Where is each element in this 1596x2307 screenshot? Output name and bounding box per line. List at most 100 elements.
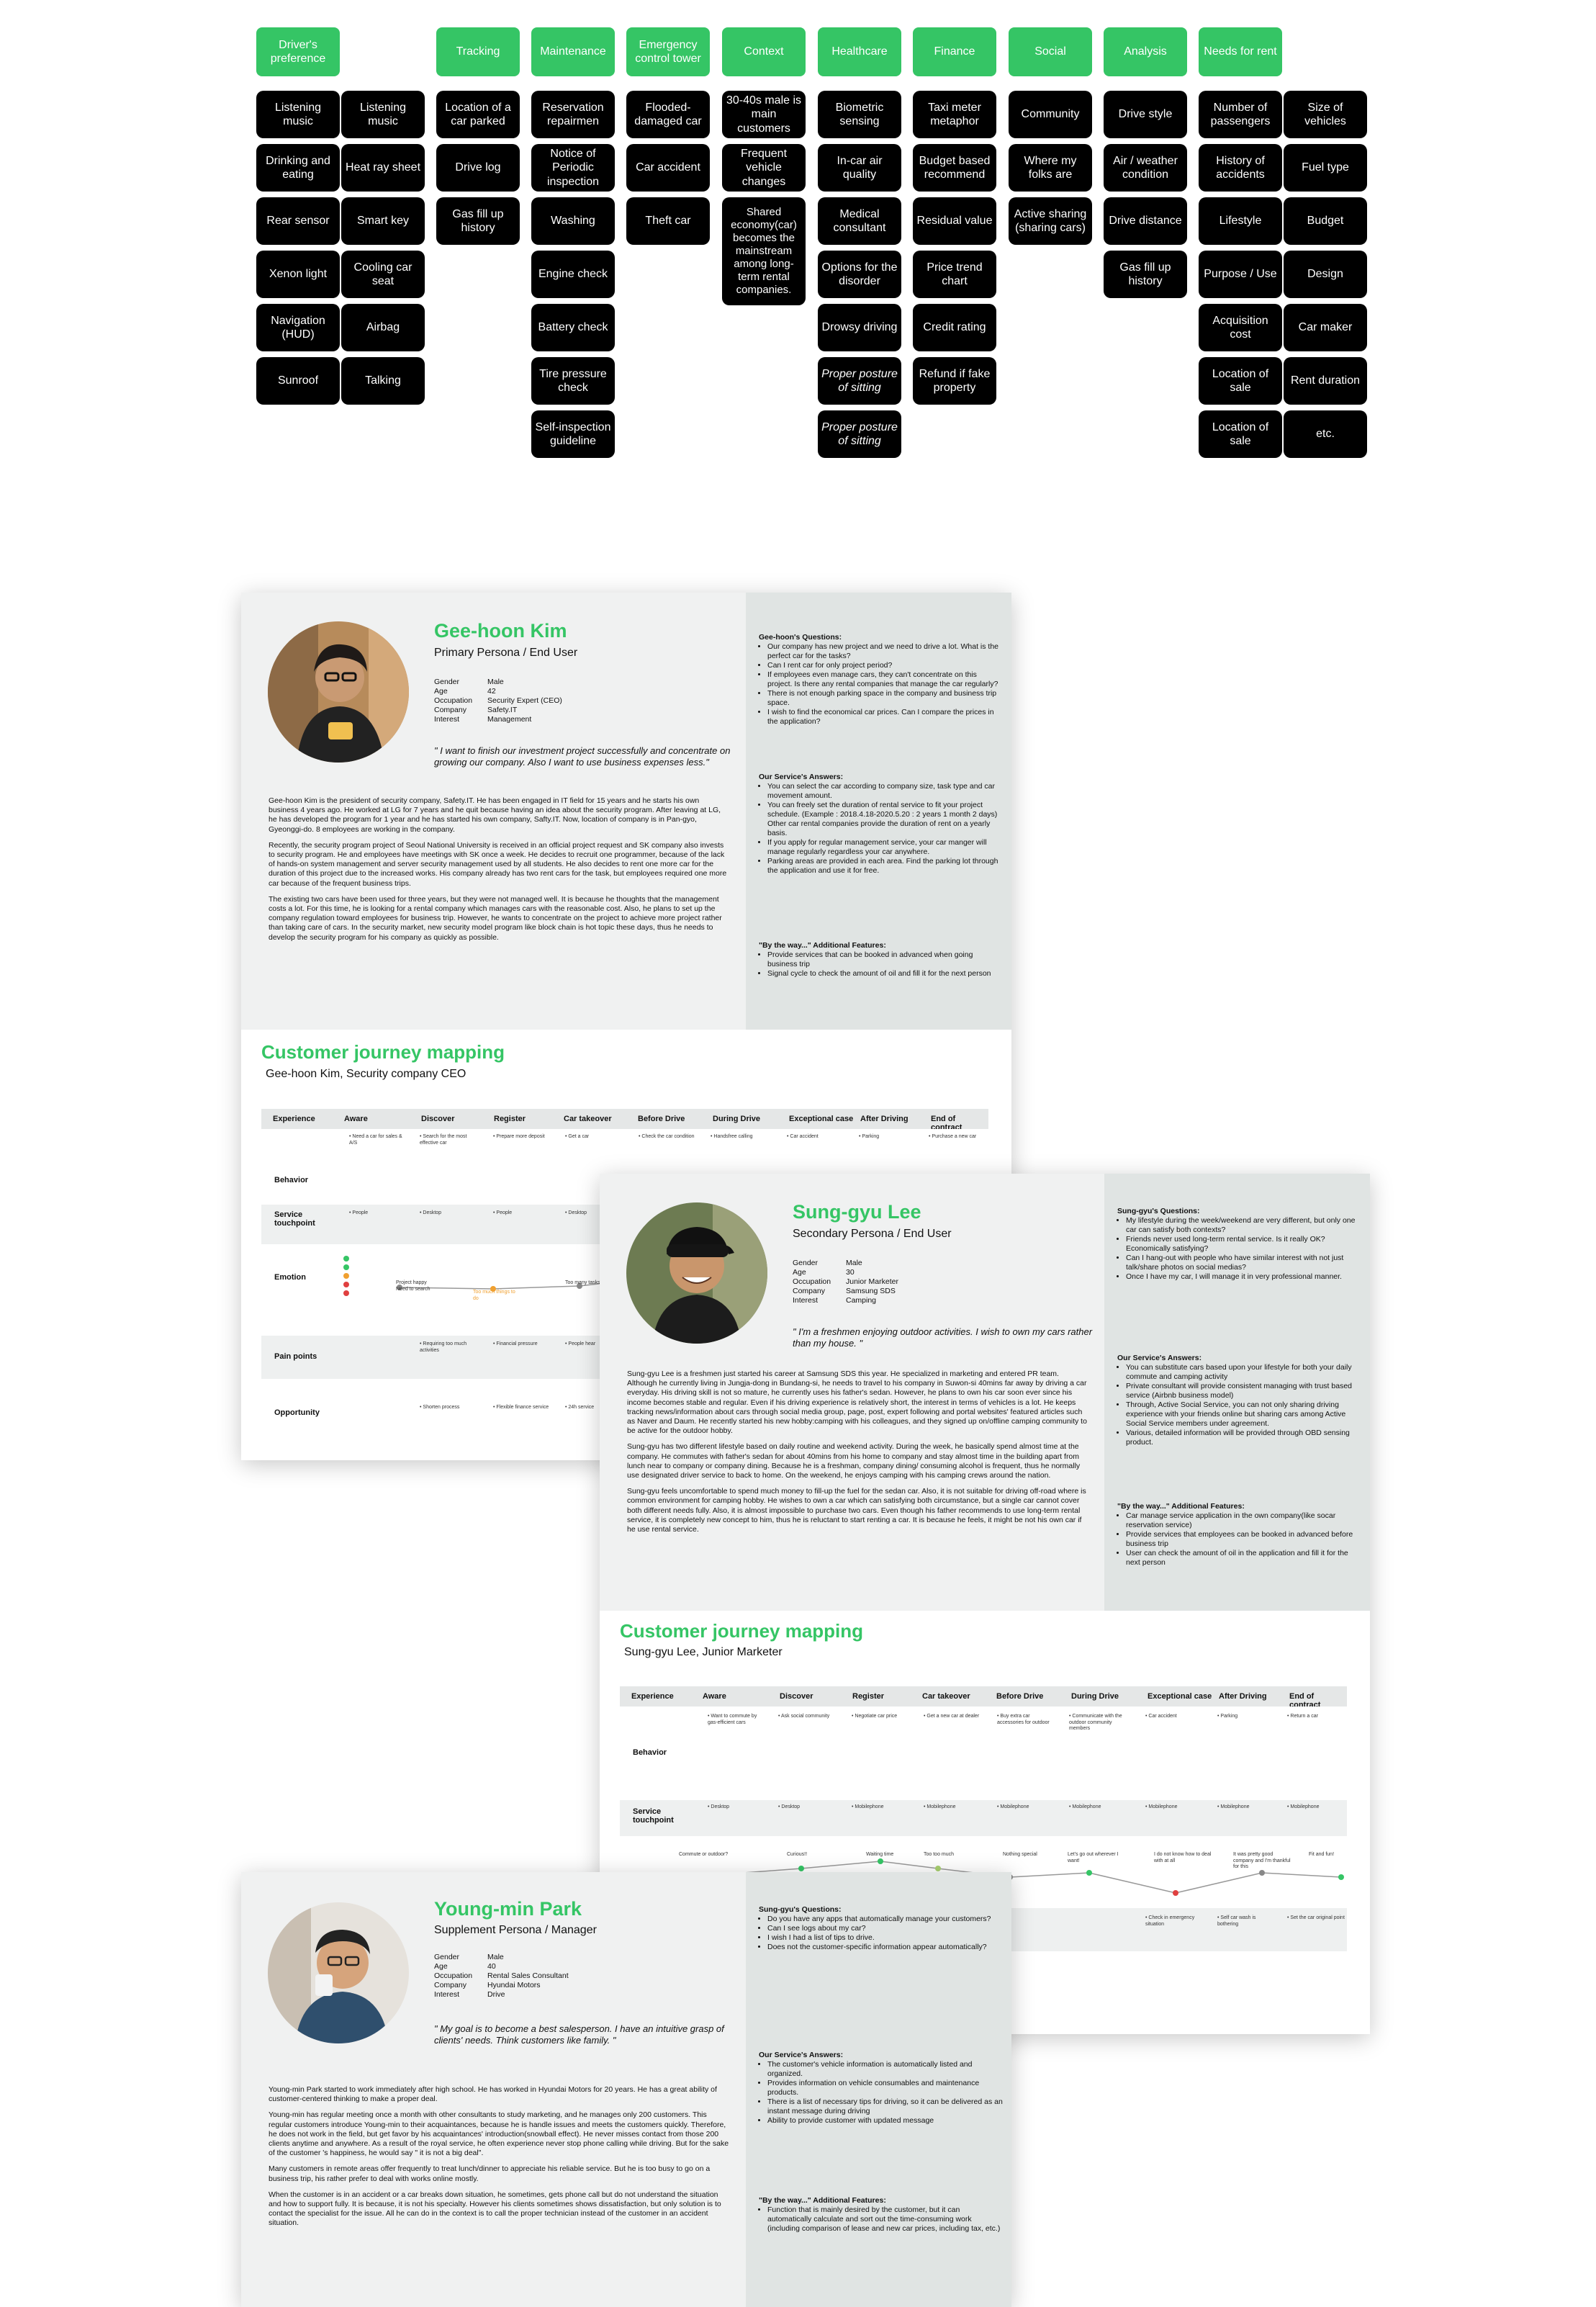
- cjm-row-label: Pain points: [274, 1352, 317, 1361]
- cjm-note: • Mobilephone: [997, 1804, 1029, 1809]
- cjm-note: • Buy extra car accessories for outdoor: [997, 1714, 1050, 1725]
- category-5: Healthcare: [818, 27, 901, 76]
- fact-age: 30: [846, 1268, 855, 1277]
- features-section: "By the way..." Additional Features: Car…: [1117, 1502, 1362, 1568]
- fact-key: Occupation: [434, 1971, 473, 1980]
- features-heading: "By the way..." Additional Features:: [759, 2196, 886, 2205]
- sticky-note: Shared economy(car) becomes the mainstre…: [722, 197, 806, 305]
- list-item: Function that is mainly desired by the c…: [767, 2205, 1004, 2234]
- features-list: Provide services that can be booked in a…: [759, 950, 1004, 979]
- persona-bio: Gee-hoon Kim is the president of securit…: [269, 796, 729, 949]
- sticky-note: Drive log: [436, 144, 520, 192]
- sticky-note: Biometric sensing: [818, 91, 901, 138]
- sticky-note: Budget: [1284, 197, 1367, 245]
- fact-key: Company: [793, 1287, 825, 1295]
- cjm-note: • Return a car: [1287, 1714, 1318, 1719]
- persona-quote: " My goal is to become a best salesperso…: [434, 2023, 724, 2046]
- sticky-note: Number of passengers: [1199, 91, 1282, 138]
- cjm-note: • Need a car for sales & A/S: [349, 1134, 402, 1146]
- sticky-note: Listening music: [256, 91, 340, 138]
- cjm-stage: Register: [494, 1115, 526, 1123]
- cjm-note: • Get a car: [565, 1134, 590, 1139]
- list-item: Can I hang-out with people who have simi…: [1126, 1254, 1362, 1272]
- sticky-note: History of accidents: [1199, 144, 1282, 192]
- cjm-note: I do not know how to deal with at all: [1154, 1852, 1212, 1863]
- cjm-header: Experience Aware Discover Register Car takeo…: [261, 1109, 988, 1132]
- sticky-note: Frequent vehicle changes: [722, 144, 806, 192]
- questions-list: My lifestyle during the week/weekend are…: [1117, 1216, 1362, 1282]
- sticky-note: Price trend chart: [913, 251, 996, 298]
- list-item: I wish I had a list of tips to drive.: [767, 1933, 1004, 1943]
- avatar-young-min: [268, 1902, 409, 2043]
- cjm-note: • Financial pressure: [493, 1341, 538, 1346]
- sticky-note: Design: [1284, 251, 1367, 298]
- sticky-note: Tire pressure check: [531, 357, 615, 405]
- sticky-note: Washing: [531, 197, 615, 245]
- persona-role: Supplement Persona / Manager: [434, 1924, 597, 1936]
- cjm-note: • Prepare more deposit: [493, 1134, 545, 1139]
- sticky-note: Talking: [341, 357, 425, 405]
- bio-paragraph: Young-min Park started to work immediate…: [269, 2085, 717, 2104]
- cjm-note: Commute or outdoor?: [679, 1852, 729, 1857]
- fact-interest: Drive: [487, 1990, 505, 1999]
- list-item: Does not the customer-specific informati…: [767, 1943, 1004, 1952]
- fact-key: Occupation: [434, 696, 473, 705]
- sticky-note: Theft car: [626, 197, 710, 245]
- bio-paragraph: Gee-hoon Kim is the president of securit…: [269, 796, 721, 834]
- cjm-note: • Search for the most effective car: [420, 1134, 467, 1146]
- category-2: Maintenance: [531, 27, 615, 76]
- sticky-note: Gas fill up history: [436, 197, 520, 245]
- bio-paragraph: When the customer is in an accident or a…: [269, 2190, 721, 2228]
- category-8: Analysis: [1104, 27, 1187, 76]
- cjm-stage: During Drive: [1071, 1692, 1119, 1701]
- sticky-note: In-car air quality: [818, 144, 901, 192]
- emotion-note: Project happy Need to search: [396, 1280, 430, 1292]
- sticky-note: Proper posture of sitting: [818, 410, 901, 458]
- sticky-note: Taxi meter metaphor: [913, 91, 996, 138]
- list-item: There is not enough parking space in the…: [767, 689, 1004, 708]
- cjm-note: • Handsfree calling: [711, 1134, 753, 1139]
- cjm-note: • Desktop: [778, 1804, 801, 1809]
- cjm-note: • Mobilephone: [1069, 1804, 1101, 1809]
- persona-facts: Gender Male Age 30 Occupation Junior Market…: [793, 1259, 898, 1305]
- sticky-note: Xenon light: [256, 251, 340, 298]
- persona-name: Sung-gyu Lee: [793, 1201, 921, 1223]
- cjm-header: Experience Aware Discover Register Car takeo…: [620, 1686, 1347, 1709]
- fact-key: Occupation: [793, 1277, 831, 1286]
- fact-key: Company: [434, 706, 466, 714]
- persona-role: Primary Persona / End User: [434, 647, 578, 659]
- cjm-note: Curious!!: [787, 1852, 808, 1857]
- fact-interest: Camping: [846, 1296, 877, 1305]
- cjm-stage: Before Drive: [638, 1115, 685, 1123]
- fact-key: Interest: [793, 1296, 819, 1305]
- sticky-note: Airbag: [341, 304, 425, 351]
- list-item: Ability to provide customer with updated…: [767, 2116, 1004, 2126]
- bio-paragraph: Sung-gyu feels uncomfortable to spend mu…: [627, 1487, 1086, 1534]
- category-3: Emergency control tower: [626, 27, 710, 76]
- sticky-note: 30-40s male is main customers: [722, 91, 806, 138]
- fact-key: Gender: [434, 1953, 460, 1961]
- avatar-sung-gyu: [626, 1202, 767, 1344]
- sticky-note: Where my folks are: [1009, 144, 1092, 192]
- cjm-note: • Purchase a new car: [929, 1134, 977, 1139]
- cjm-note: Waiting time: [866, 1852, 894, 1857]
- cjm-row-label: Opportunity: [274, 1408, 320, 1417]
- cjm-stage: Aware: [344, 1115, 368, 1123]
- sticky-note: Medical consultant: [818, 197, 901, 245]
- bio-paragraph: Sung-gyu Lee is a freshmen just started …: [627, 1370, 1087, 1436]
- list-item: Provide services that can be booked in a…: [767, 950, 1004, 969]
- features-heading: "By the way..." Additional Features:: [759, 941, 886, 950]
- persona-bio: Sung-gyu Lee is a freshmen just started …: [627, 1370, 1088, 1541]
- bio-paragraph: Sung-gyu has two different lifestyle bas…: [627, 1442, 1081, 1480]
- list-item: If employees even manage cars, they can'…: [767, 670, 1004, 689]
- persona-facts: Gender Male Age 42 Occupation Security Expe…: [434, 678, 562, 724]
- fact-company: Samsung SDS: [846, 1287, 896, 1295]
- features-list: Function that is mainly desired by the c…: [759, 2205, 1004, 2234]
- sticky-note: Engine check: [531, 251, 615, 298]
- persona-bio: Young-min Park started to work immediate…: [269, 2085, 729, 2235]
- cjm-stage: After Driving: [1219, 1692, 1267, 1701]
- list-item: If you apply for regular management serv…: [767, 838, 1004, 857]
- fact-age: 42: [487, 687, 496, 696]
- cjm-row-label: Behavior: [633, 1748, 667, 1757]
- sticky-note: Location of sale: [1199, 357, 1282, 405]
